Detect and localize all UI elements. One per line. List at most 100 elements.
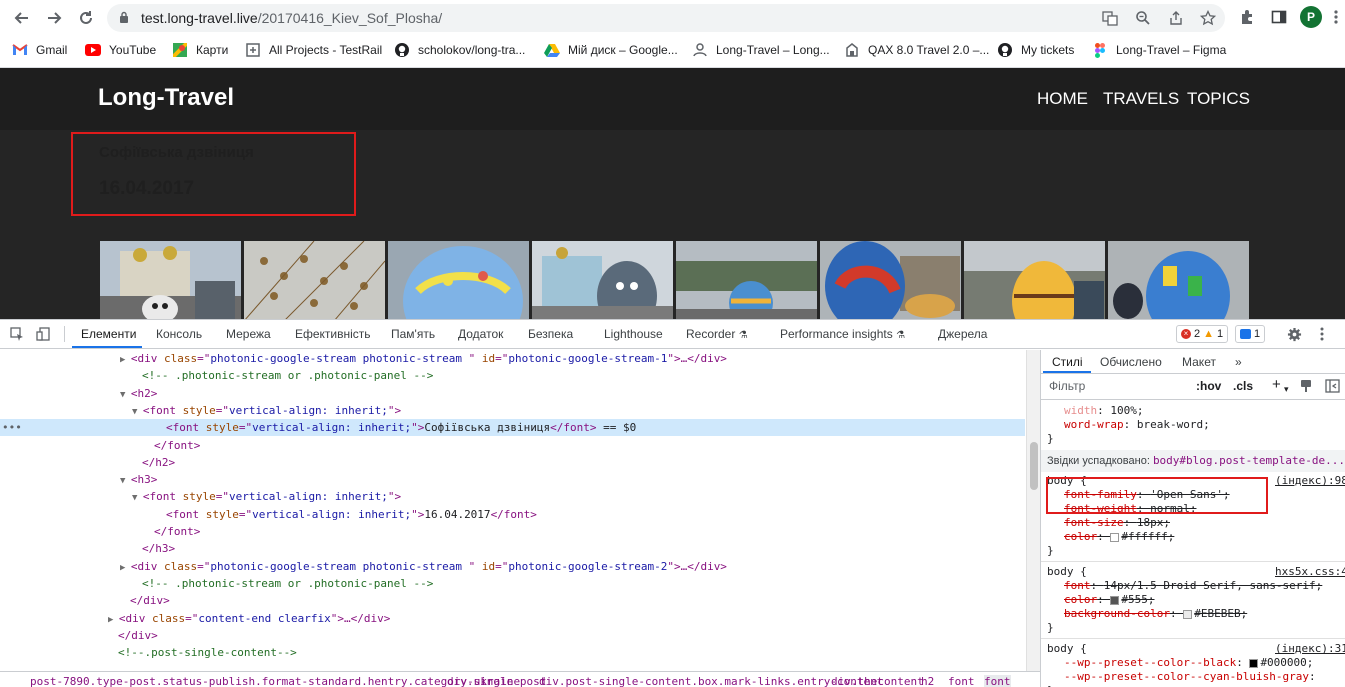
bookmark-figma[interactable]: Long-Travel – Figma [1092,41,1226,59]
menu-topics[interactable]: TOPICS [1187,89,1250,109]
menu-travels[interactable]: TRAVELS [1103,89,1179,109]
css-declaration[interactable]: word-wrap: break-word; [1064,418,1210,432]
dom-node-line[interactable]: </div> [0,592,1025,609]
inherited-selector[interactable]: body#blog.post-template-de... [1153,454,1345,467]
menu-home[interactable]: HOME [1037,89,1088,109]
expand-right-icon[interactable]: ▶ [120,355,131,365]
subtab-styles[interactable]: Стилі [1052,355,1083,369]
dom-node-line[interactable]: </div> [0,627,1025,644]
bookmark-github-long-travel[interactable]: scholokov/long-tra... [394,41,525,59]
tab-security[interactable]: Безпека [528,327,573,341]
css-rule-end[interactable]: } [1047,621,1054,635]
bookmark-long-travel[interactable]: Long-Travel – Long... [692,41,830,59]
elements-tree[interactable]: ▶ <div class="photonic-google-stream pho… [0,350,1025,671]
cls-button[interactable]: .cls [1233,379,1253,393]
bookmark-testrail[interactable]: All Projects - TestRail [245,41,382,59]
back-arrow-icon[interactable] [10,6,34,30]
css-declaration[interactable]: --wp--preset--color--black: #000000; [1064,656,1313,670]
elements-scrollbar[interactable] [1026,350,1040,671]
color-format-icon[interactable] [1299,379,1313,396]
css-declaration[interactable]: font-size: 18px; [1064,516,1170,530]
tab-memory[interactable]: Пам'ять [391,327,435,341]
tab-recorder[interactable]: Recorder ⚗ [686,327,748,341]
add-rule-icon[interactable]: + [1272,376,1281,393]
extensions-icon[interactable] [1238,8,1256,26]
toggle-sidebar-icon[interactable] [1325,379,1340,396]
expand-down-icon[interactable]: ▼ [120,476,131,486]
forward-arrow-icon[interactable] [42,6,66,30]
breadcrumb-item[interactable]: h2 [921,675,934,687]
css-declaration[interactable]: color: #555; [1064,593,1155,607]
bookmark-youtube[interactable]: YouTube [85,41,156,59]
breadcrumb-item[interactable]: font [948,675,975,687]
breadcrumb-item[interactable]: font [984,675,1011,687]
css-source-link[interactable]: hxs5x.css:48 [1275,565,1345,578]
translate-icon[interactable] [1102,10,1118,26]
css-rule-end[interactable]: } [1047,432,1054,446]
gallery-photo[interactable] [244,241,385,319]
css-source-link[interactable]: (індекс):98 [1275,474,1345,487]
tab-performance-insights[interactable]: Performance insights ⚗ [780,327,905,341]
css-declaration[interactable]: font: 14px/1.5 Droid Serif, sans-serif; [1064,579,1322,593]
gallery-photo[interactable] [676,241,817,319]
dom-node-line[interactable]: ▶ <div class="photonic-google-stream pho… [0,350,1025,367]
address-bar[interactable]: test.long-travel.live/20170416_Kiev_Sof_… [107,4,1225,32]
css-selector-line[interactable]: body { [1047,565,1087,579]
subtab-layout[interactable]: Макет [1182,355,1216,369]
dom-node-line[interactable]: ▼ <font style="vertical-align: inherit;"… [0,488,1025,505]
tab-network[interactable]: Мережа [226,327,271,341]
dom-node-line[interactable]: ▼ <h3> [0,471,1025,488]
dom-node-line[interactable]: <!--.post-single-content--> [0,644,1025,661]
css-declaration[interactable]: width: 100%; [1064,404,1144,418]
inspect-element-icon[interactable] [9,326,25,342]
expand-down-icon[interactable]: ▼ [120,390,131,400]
tab-sources[interactable]: Джерела [938,327,987,341]
tab-performance[interactable]: Ефективність [295,327,371,341]
issues-counter[interactable]: × 2 ▲ 1 [1176,325,1229,343]
profile-avatar[interactable]: P [1300,6,1322,28]
scrollbar-thumb[interactable] [1030,442,1038,490]
dom-node-line[interactable]: </font> [0,523,1025,540]
breadcrumb-item[interactable]: div.thecontent [831,675,924,687]
gallery-photo[interactable] [1108,241,1249,319]
expand-right-icon[interactable]: ▶ [120,563,131,573]
tab-application[interactable]: Додаток [458,327,503,341]
dropdown-caret-icon[interactable]: ▾ [1284,384,1289,395]
devtools-menu-icon[interactable] [1314,326,1330,342]
more-tabs-chevron-icon[interactable]: » [1235,355,1242,369]
dom-node-line[interactable]: ▼ <h2> [0,385,1025,402]
site-brand[interactable]: Long-Travel [98,84,234,112]
css-source-link[interactable]: (індекс):31 [1275,642,1345,655]
gallery-photo[interactable] [820,241,961,319]
expand-down-icon[interactable]: ▼ [132,407,143,417]
dom-node-selected[interactable]: ••• <font style="vertical-align: inherit;… [0,419,1025,437]
side-panel-icon[interactable] [1270,8,1288,26]
dom-node-line[interactable]: ▶ <div class="photonic-google-stream pho… [0,558,1025,575]
expand-down-icon[interactable]: ▼ [132,493,143,503]
expand-right-icon[interactable]: ▶ [108,615,119,625]
chrome-menu-icon[interactable] [1327,8,1345,26]
dom-node-line[interactable]: ▼ <font style="vertical-align: inherit;"… [0,402,1025,419]
share-icon[interactable] [1168,10,1184,26]
bookmark-maps[interactable]: Карти [172,41,228,59]
css-declaration[interactable]: --wp--preset--color--cyan-bluish-gray: [1064,670,1322,684]
messages-counter[interactable]: 1 [1235,325,1266,343]
dom-node-line[interactable]: </h2> [0,454,1025,471]
bookmark-qax[interactable]: QAX 8.0 Travel 2.0 –... [844,41,989,59]
dom-node-line[interactable]: <!-- .photonic-stream or .photonic-panel… [0,367,1025,384]
device-toolbar-icon[interactable] [35,326,51,342]
subtab-computed[interactable]: Обчислено [1100,355,1162,369]
gallery-photo[interactable] [388,241,529,319]
css-declaration[interactable]: color: #ffffff; [1064,530,1174,544]
bookmark-my-tickets[interactable]: My tickets [997,41,1074,59]
dom-node-line[interactable]: </h3> [0,540,1025,557]
styles-filter-input[interactable]: Фільтр [1049,379,1085,393]
dom-node-line[interactable]: </font> [0,437,1025,454]
css-rule-end[interactable]: } [1047,544,1054,558]
bookmark-gmail[interactable]: Gmail [12,41,67,59]
settings-gear-icon[interactable] [1286,326,1302,342]
bookmark-google-drive[interactable]: Мій диск – Google... [544,41,678,59]
gallery-photo[interactable] [964,241,1105,319]
tab-console[interactable]: Консоль [156,327,202,341]
tab-elements[interactable]: Елементи [81,327,136,341]
